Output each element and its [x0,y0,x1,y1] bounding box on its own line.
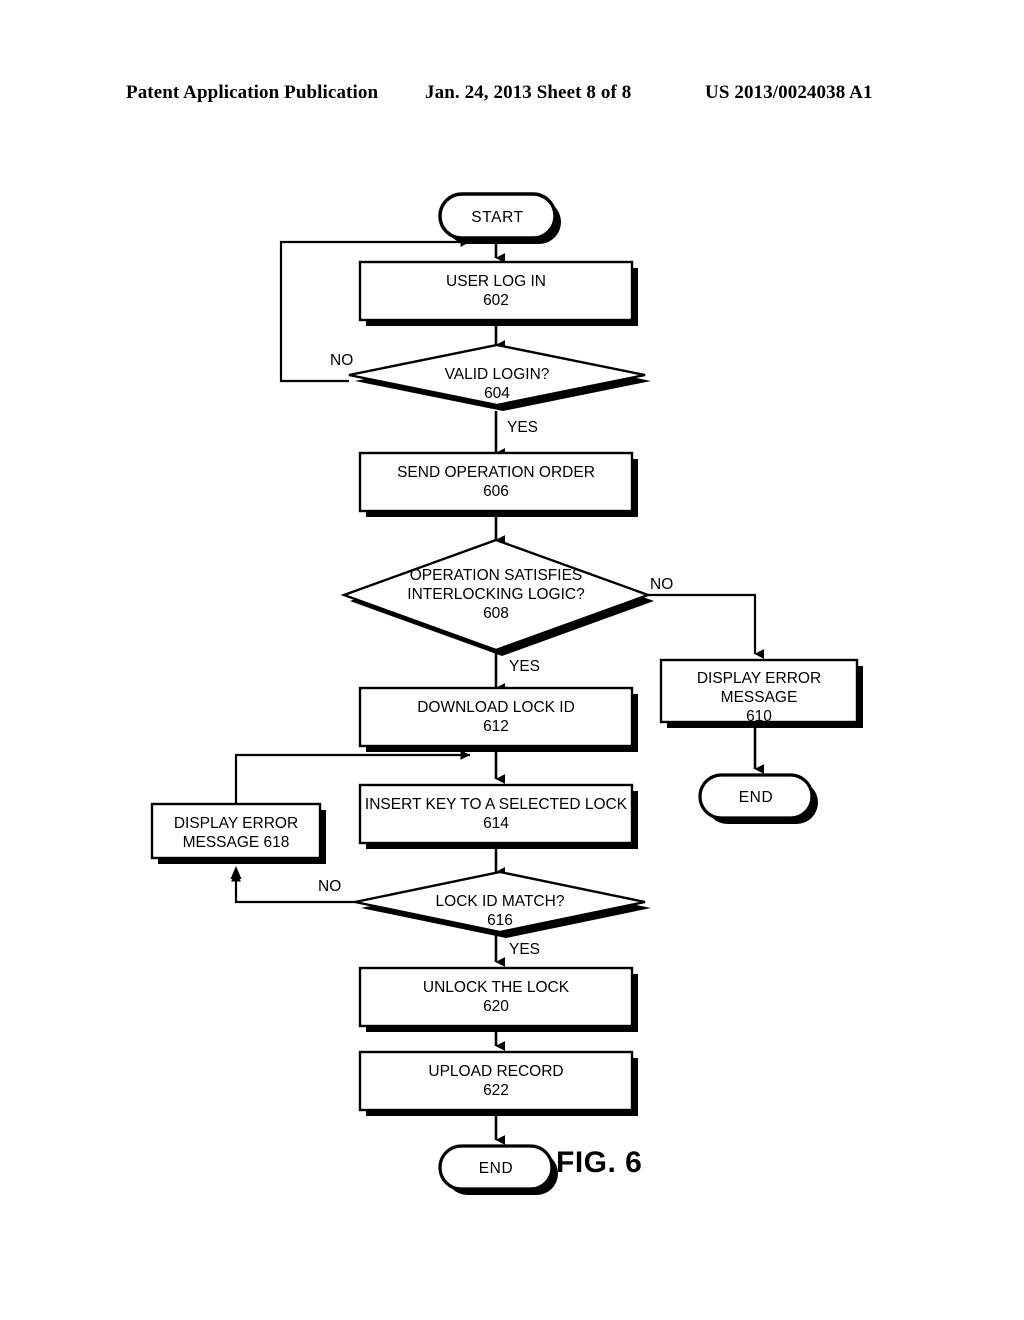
edge-label-616-no: NO [318,878,342,895]
edge-label-604-no: NO [330,352,354,369]
edge-608-no-to-610 [648,593,764,659]
node-608-shape [340,538,652,652]
node-622-shape [358,1050,634,1112]
node-606-shape [358,451,634,513]
arrowhead-616-no-into-618 [230,866,242,879]
node-614-shape [358,783,634,845]
node-602-shape [358,260,634,322]
node-604-shape [348,343,646,407]
node-start-shape [438,192,557,240]
edge-label-608-yes: YES [509,658,541,675]
node-end-610-shape [698,773,814,820]
node-610-shape [659,658,859,724]
flowchart-figure: START USER LOG IN 602 VALID LOGIN? 604 S… [0,0,1024,1320]
figure-caption: FIG. 6 [556,1146,643,1179]
node-620-shape [358,966,634,1028]
node-616-shape [354,870,646,934]
node-end-622-shape [438,1144,554,1191]
node-612-shape [358,686,634,748]
node-618-shape [150,802,322,860]
edge-label-604-yes: YES [507,419,539,436]
node-shapes [150,192,859,1191]
edge-label-616-yes: YES [509,941,541,958]
edge-label-608-no: NO [650,576,674,593]
